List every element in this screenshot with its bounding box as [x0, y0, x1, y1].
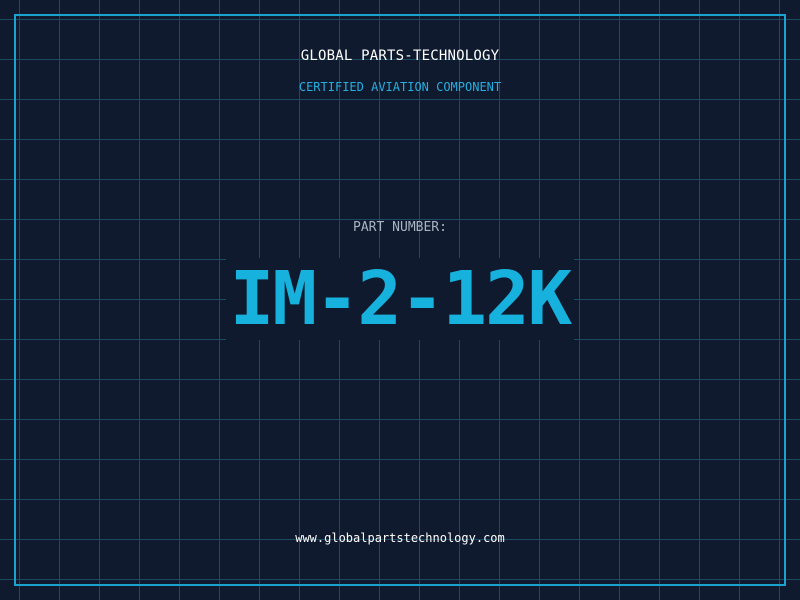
certification-subtitle: CERTIFIED AVIATION COMPONENT: [298, 80, 502, 94]
part-number-value: IM-2-12K: [225, 258, 575, 340]
brand-name: GLOBAL PARTS-TECHNOLOGY: [300, 48, 500, 64]
part-number-label: PART NUMBER:: [353, 220, 447, 235]
website-url: www.globalpartstechnology.com: [295, 531, 505, 545]
part-number-container: IM-2-12K: [0, 258, 800, 340]
